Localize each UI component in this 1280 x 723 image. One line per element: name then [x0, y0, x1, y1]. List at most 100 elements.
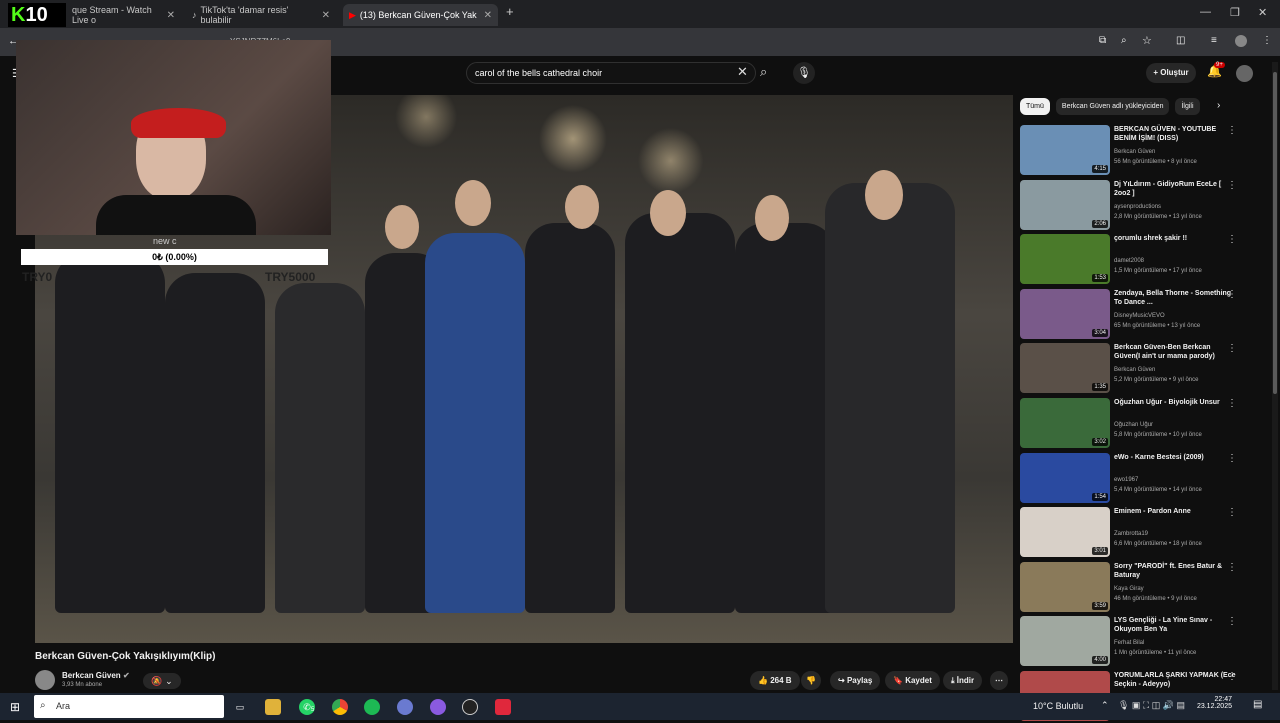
- share-button[interactable]: ↪ Paylaş: [830, 671, 881, 690]
- close-window-button[interactable]: ✕: [1258, 6, 1267, 19]
- recommended-channel[interactable]: Berkcan Güven: [1114, 367, 1155, 373]
- video-thumbnail[interactable]: 1:35: [1020, 343, 1110, 394]
- app-red-icon[interactable]: [495, 699, 511, 715]
- tray-icons[interactable]: 🎙 ▣ ⛶ ◫ 🔊 ▤: [1118, 700, 1185, 711]
- recommended-video[interactable]: 1:54 eWo - Karne Bestesi (2009) ewo1967 5,4…: [1020, 452, 1250, 505]
- spotify-icon[interactable]: [364, 699, 380, 715]
- notification-center-icon[interactable]: ▤: [1253, 699, 1262, 710]
- recommended-title[interactable]: Zendaya, Bella Thorne - Something To Dan…: [1114, 289, 1238, 307]
- more-options-icon[interactable]: ⋮: [1227, 343, 1237, 354]
- recommended-channel[interactable]: Zambrotta19: [1114, 531, 1148, 537]
- chip-uploader[interactable]: Berkcan Güven adlı yükleyiciden: [1055, 98, 1170, 115]
- task-view-icon[interactable]: ▭: [232, 699, 248, 715]
- recommended-video[interactable]: 1:53 çorumlu shrek şakir !! damet2008 1,5 M…: [1020, 234, 1250, 286]
- taskbar-clock[interactable]: 22:47 23.12.2025: [1196, 696, 1232, 710]
- dislike-button[interactable]: 👎: [801, 671, 821, 690]
- recommended-channel[interactable]: ewo1967: [1114, 477, 1138, 483]
- recommended-title[interactable]: BERKCAN GÜVEN - YOUTUBE BENİM İŞİM! (DIS…: [1114, 125, 1238, 143]
- chrome-icon[interactable]: [332, 699, 348, 715]
- recommended-channel[interactable]: DisneyMusicVEVO: [1114, 313, 1165, 319]
- recommended-title[interactable]: çorumlu shrek şakir !!: [1114, 234, 1238, 243]
- zoom-icon[interactable]: ⌕: [1121, 35, 1127, 46]
- create-button[interactable]: + Oluştur: [1146, 63, 1196, 83]
- more-options-icon[interactable]: ⋮: [1227, 180, 1237, 191]
- chip-related[interactable]: İlgili: [1175, 98, 1200, 115]
- messenger-icon[interactable]: [430, 699, 446, 715]
- recommended-title[interactable]: LYS Gençliği - La Yine Sınav - Okuyom Be…: [1114, 616, 1238, 634]
- app-icon[interactable]: [397, 699, 413, 715]
- more-options-icon[interactable]: ⋮: [1227, 289, 1237, 300]
- video-thumbnail[interactable]: 3:59: [1020, 561, 1110, 612]
- recommended-title[interactable]: Oğuzhan Uğur - Biyolojik Unsur: [1114, 398, 1238, 407]
- recommended-channel[interactable]: damet2008: [1114, 258, 1144, 264]
- recommended-video[interactable]: 3:59 Sorry "PARODİ" ft. Enes Batur & Batu…: [1020, 561, 1250, 614]
- save-button[interactable]: 🔖 Kaydet: [885, 671, 940, 690]
- tab-youtube[interactable]: ▶ (13) Berkcan Güven-Çok Yak ✕: [343, 4, 498, 26]
- clear-search-icon[interactable]: ✕: [737, 64, 748, 80]
- download-button[interactable]: ⤓ İndir: [943, 671, 983, 690]
- video-thumbnail[interactable]: 4:15: [1020, 125, 1110, 175]
- more-options-icon[interactable]: ⋮: [1227, 562, 1237, 573]
- tab-stream[interactable]: que Stream - Watch Live o ✕: [66, 4, 181, 26]
- recommended-title[interactable]: Dj YıLdırım - GidiyoRum EceLe [ 2oo2 ]: [1114, 180, 1238, 198]
- subscription-bell-button[interactable]: 🔕 ⌄: [143, 673, 181, 689]
- account-avatar[interactable]: [1236, 65, 1253, 82]
- more-options-icon[interactable]: ⋮: [1227, 453, 1237, 464]
- recommended-video[interactable]: 4:00 LYS Gençliği - La Yine Sınav - Okuyo…: [1020, 616, 1250, 668]
- video-thumbnail[interactable]: 4:00: [1020, 616, 1110, 667]
- recommended-video[interactable]: 3:01 Eminem - Pardon Anne Zambrotta19 6,6 M…: [1020, 507, 1250, 559]
- microphone-icon[interactable]: 🎙: [793, 62, 815, 84]
- recommended-video[interactable]: 1:35 Berkcan Güven-Ben Berkcan Güven(I ai…: [1020, 343, 1250, 395]
- recommended-video[interactable]: 3:04 Zendaya, Bella Thorne - Something To…: [1020, 288, 1250, 341]
- taskbar-search-input[interactable]: Ara: [34, 695, 224, 718]
- new-tab-button[interactable]: +: [506, 4, 514, 19]
- recommended-channel[interactable]: Berkcan Güven: [1114, 149, 1155, 155]
- more-options-icon[interactable]: ⋮: [1227, 125, 1237, 136]
- video-thumbnail[interactable]: 3:01: [1020, 507, 1110, 558]
- windows-start-icon[interactable]: ⊞: [10, 700, 20, 714]
- video-thumbnail[interactable]: 3:02: [1020, 398, 1110, 448]
- tray-chevron-icon[interactable]: ⌃: [1101, 700, 1109, 711]
- bookmark-star-icon[interactable]: ☆: [1142, 34, 1152, 47]
- more-options-icon[interactable]: ⋮: [1227, 398, 1237, 409]
- recommended-title[interactable]: Eminem - Pardon Anne: [1114, 507, 1238, 516]
- recommended-channel[interactable]: Oğuzhan Uğur: [1114, 422, 1153, 428]
- recommended-title[interactable]: YORUMLARLA ŞARKI YAPMAK (Ece Seçkin - Ad…: [1114, 671, 1238, 689]
- maximize-button[interactable]: ❐: [1230, 6, 1240, 19]
- channel-name[interactable]: Berkcan Güven ✔: [62, 671, 130, 680]
- menu-icon[interactable]: ⋮: [1262, 35, 1272, 46]
- media-icon[interactable]: ≡: [1211, 35, 1217, 46]
- recommended-title[interactable]: Berkcan Güven-Ben Berkcan Güven(I ain't …: [1114, 343, 1238, 361]
- video-thumbnail[interactable]: 1:53: [1020, 234, 1110, 285]
- recommended-video[interactable]: 4:15 BERKCAN GÜVEN - YOUTUBE BENİM İŞİM! …: [1020, 125, 1250, 177]
- more-options-icon[interactable]: ⋮: [1227, 671, 1237, 682]
- video-thumbnail[interactable]: 1:54: [1020, 452, 1110, 503]
- channel-avatar[interactable]: [35, 670, 55, 690]
- recommended-channel[interactable]: Ferhat Bilal: [1114, 640, 1144, 646]
- more-options-icon[interactable]: ⋮: [1227, 616, 1237, 627]
- close-icon[interactable]: ✕: [322, 10, 330, 21]
- install-icon[interactable]: ⧉: [1099, 35, 1106, 46]
- recommended-video[interactable]: 2:06 Dj YıLdırım - GidiyoRum EceLe [ 2oo2…: [1020, 179, 1250, 232]
- chevron-right-icon[interactable]: ›: [1217, 100, 1220, 111]
- tab-tiktok[interactable]: ♪ TikTok'ta 'damar resis' bulabilir ✕: [186, 4, 336, 26]
- more-options-icon[interactable]: ⋮: [1227, 507, 1237, 518]
- search-input[interactable]: carol of the bells cathedral choir: [466, 62, 756, 84]
- scrollbar-thumb[interactable]: [1273, 72, 1277, 394]
- weather-widget[interactable]: 10°C Bulutlu: [1033, 701, 1083, 711]
- close-icon[interactable]: ✕: [484, 10, 492, 21]
- close-icon[interactable]: ✕: [167, 10, 175, 21]
- recommended-channel[interactable]: aysenproductions: [1114, 204, 1161, 210]
- recommended-title[interactable]: Sorry "PARODİ" ft. Enes Batur & Baturay: [1114, 562, 1238, 580]
- video-thumbnail[interactable]: 3:04: [1020, 288, 1110, 339]
- file-explorer-icon[interactable]: [265, 699, 281, 715]
- chip-all[interactable]: Tümü: [1020, 98, 1050, 115]
- recommended-video[interactable]: 3:02 Oğuzhan Uğur - Biyolojik Unsur Oğuzha…: [1020, 398, 1250, 450]
- search-icon[interactable]: ⌕: [760, 64, 767, 80]
- more-options-icon[interactable]: ⋮: [1227, 234, 1237, 245]
- like-button[interactable]: 👍 264 B: [750, 671, 800, 690]
- recommended-channel[interactable]: Kaya Giray: [1114, 586, 1144, 592]
- video-thumbnail[interactable]: 2:06: [1020, 179, 1110, 230]
- more-actions-button[interactable]: ⋯: [990, 671, 1008, 690]
- profile-icon[interactable]: [1235, 35, 1247, 47]
